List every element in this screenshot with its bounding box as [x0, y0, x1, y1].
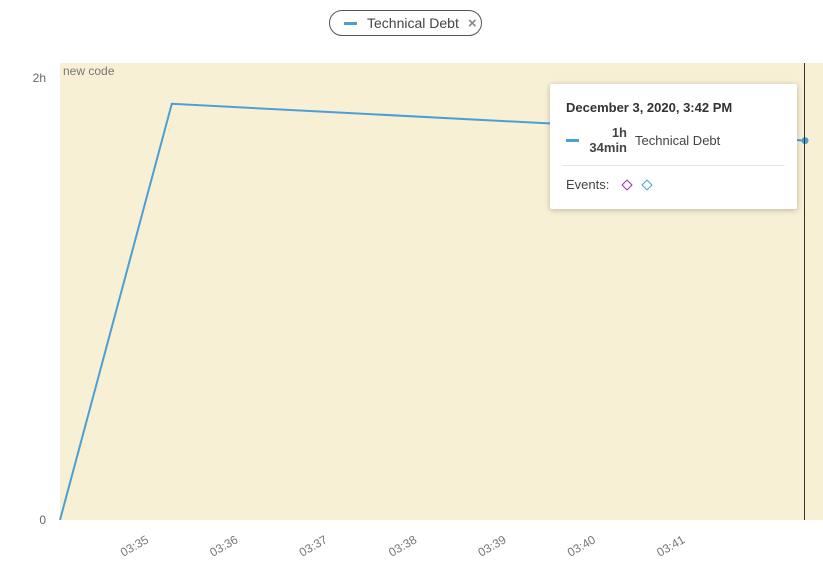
x-tick-label: 03:36	[207, 532, 240, 559]
tooltip-divider	[562, 165, 785, 166]
band-label: new code	[63, 64, 115, 78]
event-diamond-icon[interactable]	[621, 178, 634, 191]
x-tick-label: 03:37	[297, 532, 330, 559]
x-tick-label: 03:38	[386, 532, 419, 559]
chart-tooltip: December 3, 2020, 3:42 PM 1h 34min Techn…	[550, 84, 797, 209]
event-diamond-icon[interactable]	[641, 178, 654, 191]
tooltip-metric-name: Technical Debt	[635, 132, 721, 148]
legend-swatch	[344, 21, 357, 25]
tooltip-metric-row: 1h 34min Technical Debt	[566, 125, 783, 155]
tooltip-swatch	[566, 138, 579, 142]
x-tick-label: 03:40	[565, 532, 598, 559]
tooltip-value: 1h 34min	[587, 125, 627, 155]
y-tick-label: 2h	[33, 71, 46, 85]
tooltip-value-minutes: 34min	[589, 140, 627, 155]
tooltip-value-hours: 1h	[611, 125, 627, 140]
close-icon[interactable]: ×	[468, 15, 477, 32]
legend-label: Technical Debt	[367, 15, 459, 31]
tooltip-events-label: Events:	[566, 177, 610, 192]
tooltip-date: December 3, 2020, 3:42 PM	[566, 100, 733, 115]
legend-chip-technical-debt[interactable]: Technical Debt ×	[329, 10, 482, 36]
x-tick-label: 03:41	[654, 532, 687, 559]
y-tick-label: 0	[39, 513, 46, 527]
tooltip-events: Events:	[566, 177, 783, 192]
x-tick-label: 03:39	[475, 532, 508, 559]
x-tick-label: 03:35	[118, 532, 151, 559]
